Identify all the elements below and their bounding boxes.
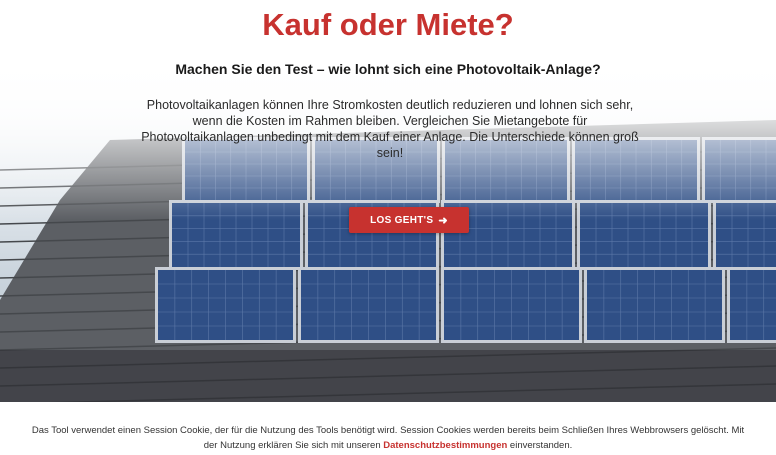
solar-panel — [730, 270, 776, 340]
cookie-notice: Das Tool verwendet einen Session Cookie,… — [30, 423, 746, 453]
start-button-label: LOS GEHT'S — [370, 214, 434, 226]
privacy-policy-link[interactable]: Datenschutzbestimmungen — [383, 440, 507, 451]
page-title: Kauf oder Miete? — [262, 7, 514, 42]
arrow-right-icon: ➜ — [438, 214, 448, 227]
intro-text: Photovoltaikanlagen können Ihre Stromkos… — [141, 98, 639, 160]
start-button[interactable]: LOS GEHT'S ➜ — [349, 207, 469, 233]
roof-shadow — [0, 350, 776, 402]
cookie-notice-text-end: einverstanden. — [507, 440, 573, 451]
page-subtitle: Machen Sie den Test – wie lohnt sich ein… — [175, 61, 601, 77]
hero-section: Kauf oder Miete? Machen Sie den Test – w… — [0, 0, 776, 402]
